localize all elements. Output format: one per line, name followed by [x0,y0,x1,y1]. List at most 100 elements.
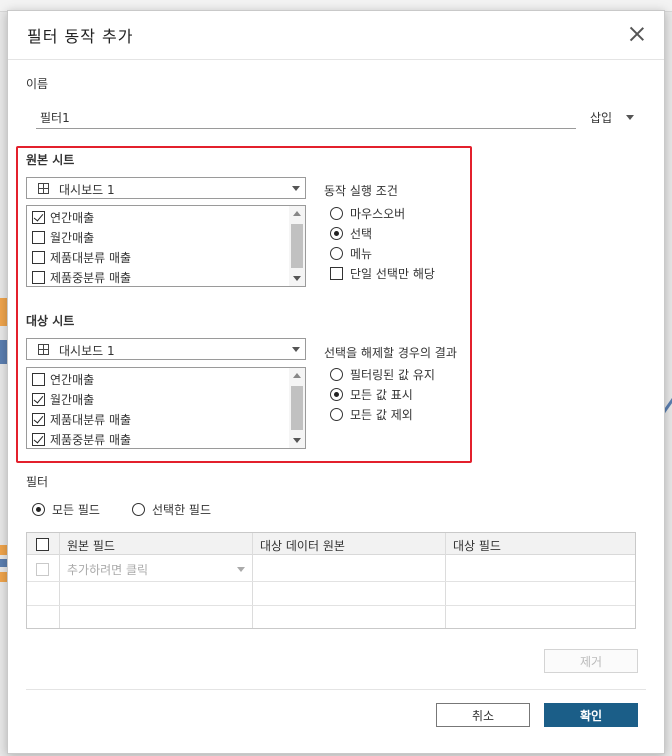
checkbox[interactable] [32,372,45,386]
filter-all-fields[interactable]: 모든 필드 [32,500,100,518]
chevron-down-icon [292,186,300,191]
trigger-option-label: 마우스오버 [350,206,406,221]
clearing-option-label: 모든 값 제외 [350,407,413,422]
scroll-down-icon[interactable] [293,438,301,443]
source-sheet-item[interactable]: 제품중분류 매출 [32,267,131,286]
filter-selected-fields-label: 선택한 필드 [152,502,212,517]
filter-all-fields-label: 모든 필드 [52,502,100,517]
source-sheet-item[interactable]: 제품대분류 매출 [32,247,131,267]
target-sheet-item-label: 연간매출 [50,372,95,387]
clearing-option-label: 필터링된 값 유지 [350,367,435,382]
radio-button[interactable] [132,502,145,516]
radio-button[interactable] [32,502,45,516]
source-sheet-value: 대시보드 1 [59,183,115,197]
column-header: 대상 필드 [453,539,501,553]
name-input[interactable] [36,107,576,129]
source-sheet-item-label: 월간매출 [50,230,95,245]
background-bar [0,559,7,567]
checkbox[interactable] [32,392,45,406]
clearing-label: 선택을 해제할 경우의 결과 [324,346,457,360]
scrollbar[interactable] [289,206,305,286]
column-header: 대상 데이터 원본 [260,539,345,553]
target-sheet-value: 대시보드 1 [59,344,115,358]
background-bar [0,545,7,555]
source-sheet-select[interactable]: 대시보드 1 [26,177,306,199]
source-sheet-item[interactable]: 연간매출 [32,207,94,227]
clearing-option-exclude-all[interactable]: 모든 값 제외 [330,405,413,423]
cancel-button[interactable]: 취소 [436,703,530,727]
radio-button[interactable] [330,407,343,421]
row-divider [27,581,635,582]
chevron-down-icon [292,347,300,352]
target-sheet-list[interactable]: 연간매출 월간매출 제품대분류 매출 제품중분류 매출 [26,367,306,449]
target-sheet-item[interactable]: 제품대분류 매출 [32,409,131,429]
radio-button[interactable] [330,226,343,240]
background-bar [0,298,7,326]
trigger-option-select[interactable]: 선택 [330,224,372,242]
trigger-option-menu[interactable]: 메뉴 [330,244,372,262]
clearing-option-show-all[interactable]: 모든 값 표시 [330,385,413,403]
table-header: 원본 필드 [59,533,252,555]
scroll-down-icon[interactable] [293,276,301,281]
radio-button[interactable] [330,206,343,220]
dialog-title: 필터 동작 추가 [27,27,134,46]
ok-button[interactable]: 확인 [544,703,638,727]
checkbox[interactable] [32,210,45,224]
dashboard-icon [38,344,49,355]
checkbox[interactable] [32,250,45,264]
single-select-label: 단일 선택만 해당 [350,266,435,281]
scroll-up-icon[interactable] [293,211,301,216]
clearing-option-keep[interactable]: 필터링된 값 유지 [330,365,435,383]
single-select-option[interactable]: 단일 선택만 해당 [330,264,435,282]
target-sheet-label: 대상 시트 [26,314,75,328]
add-field-cell[interactable]: 추가하려면 클릭 [67,561,148,578]
target-sheet-item-label: 제품대분류 매출 [50,412,132,427]
source-sheet-item[interactable]: 월간매출 [32,227,94,247]
filter-label: 필터 [26,475,49,489]
target-sheet-item[interactable]: 월간매출 [32,389,94,409]
target-sheet-item[interactable]: 연간매출 [32,369,94,389]
row-checkbox[interactable] [36,563,49,576]
background-bar [0,572,7,582]
chevron-down-icon[interactable] [626,115,634,120]
close-icon[interactable] [628,25,646,43]
scroll-up-icon[interactable] [293,373,301,378]
checkbox[interactable] [32,270,45,284]
target-sheet-item-label: 제품중분류 매출 [50,432,132,447]
source-sheet-list[interactable]: 연간매출 월간매출 제품대분류 매출 제품중분류 매출 [26,205,306,287]
checkbox[interactable] [32,230,45,244]
scrollbar[interactable] [289,368,305,448]
scroll-thumb[interactable] [291,386,303,430]
chevron-down-icon[interactable] [237,567,245,572]
target-sheet-item[interactable]: 제품중분류 매출 [32,429,132,448]
column-header: 원본 필드 [67,539,115,553]
title-divider [8,59,664,60]
name-label: 이름 [26,77,49,91]
select-all-checkbox[interactable] [36,538,49,551]
source-sheet-item-label: 제품대분류 매출 [50,250,132,265]
source-sheet-item-label: 연간매출 [50,210,95,225]
checkbox[interactable] [32,412,45,426]
filter-selected-fields[interactable]: 선택한 필드 [132,500,211,518]
checkbox[interactable] [330,266,343,280]
trigger-label: 동작 실행 조건 [324,184,398,198]
trigger-option-label: 메뉴 [350,246,373,261]
source-sheet-label: 원본 시트 [26,153,75,167]
footer-divider [26,689,646,690]
radio-button[interactable] [330,367,343,381]
row-divider [27,605,635,606]
radio-button[interactable] [330,387,343,401]
remove-button[interactable]: 제거 [544,649,638,673]
field-mapping-table: 원본 필드 대상 데이터 원본 대상 필드 추가하려면 클릭 [26,532,636,629]
target-sheet-item-label: 월간매출 [50,392,95,407]
trigger-option-hover[interactable]: 마우스오버 [330,204,405,222]
clearing-option-label: 모든 값 표시 [350,387,413,402]
trigger-option-label: 선택 [350,226,373,241]
insert-button[interactable]: 삽입 [590,109,612,126]
checkbox[interactable] [32,432,45,446]
scroll-thumb[interactable] [291,224,303,268]
table-header: 대상 데이터 원본 [252,533,445,555]
radio-button[interactable] [330,246,343,260]
target-sheet-select[interactable]: 대시보드 1 [26,338,306,360]
filter-action-dialog: 필터 동작 추가 이름 삽입 원본 시트 대시보드 1 연간매출 월간매출 제품… [7,10,665,754]
